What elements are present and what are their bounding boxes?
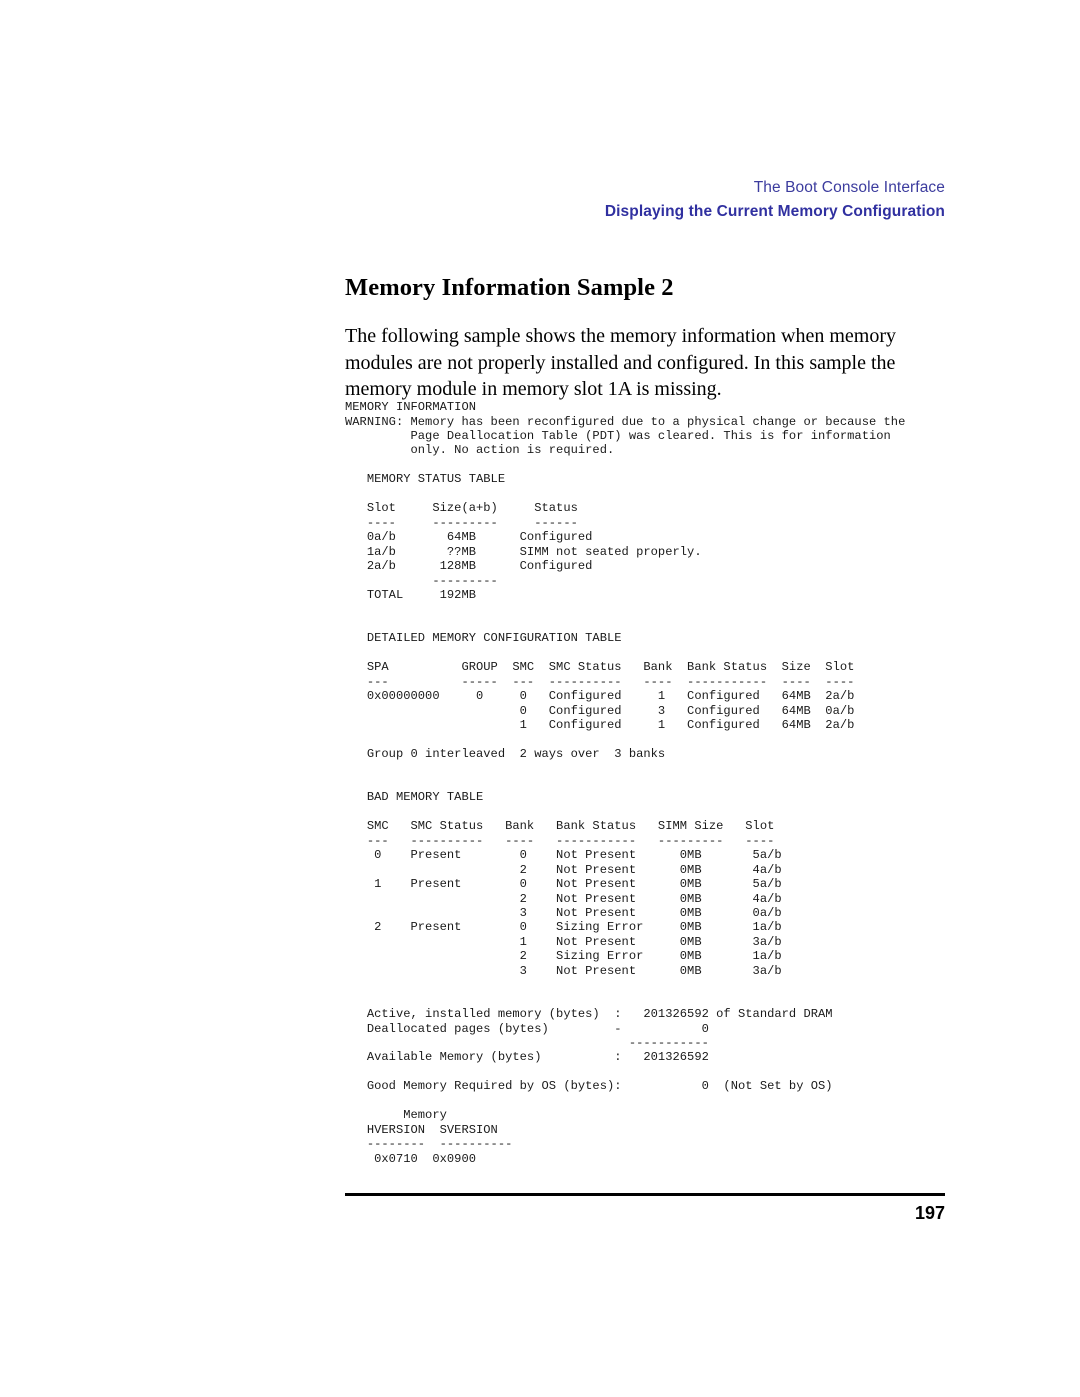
page-header: The Boot Console Interface Displaying th… <box>345 178 945 223</box>
footer-divider <box>345 1193 945 1196</box>
intro-paragraph: The following sample shows the memory in… <box>345 325 897 400</box>
page-title: Memory Information Sample 2 <box>345 274 674 302</box>
running-head-section-title: Displaying the Current Memory Configurat… <box>604 203 945 220</box>
console-output-listing: MEMORY INFORMATION WARNING: Memory has b… <box>345 400 906 1166</box>
page-number: 197 <box>914 1203 945 1223</box>
running-head-book-title: The Boot Console Interface <box>753 179 945 196</box>
